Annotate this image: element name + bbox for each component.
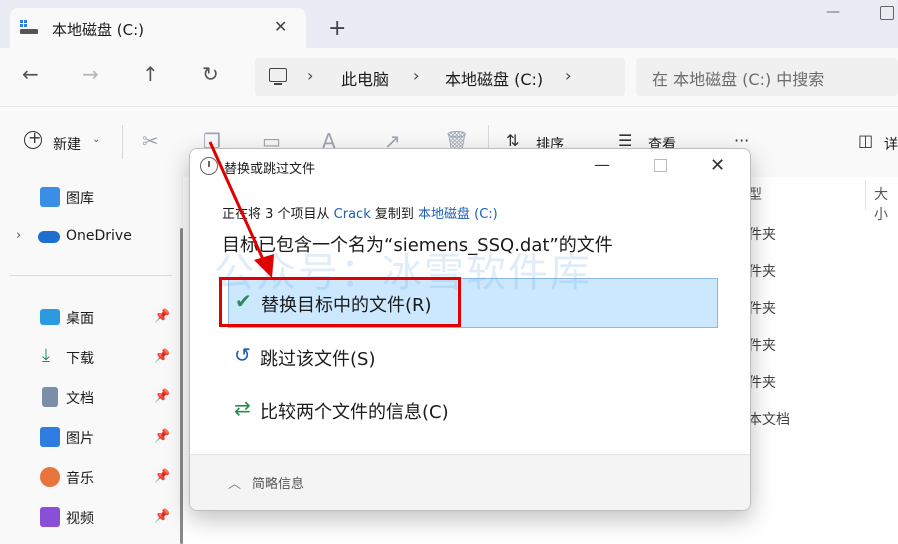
dialog-maximize-button <box>654 159 667 172</box>
navigation-pane: 图库 › OneDrive 桌面 📌 ⤓ 下载 📌 文档 📌 图片 📌 音乐 📌… <box>0 177 182 544</box>
pin-icon[interactable]: 📌 <box>154 469 170 484</box>
sidebar-item-gallery[interactable]: 图库 <box>0 179 182 215</box>
details-pane-icon[interactable]: ◫ <box>858 131 873 150</box>
sidebar-item-downloads[interactable]: ⤓ 下载 📌 <box>0 339 182 375</box>
compare-option-label: 比较两个文件的信息(C) <box>260 402 449 423</box>
skip-option-label: 跳过该文件(S) <box>260 349 376 370</box>
forward-arrow-icon[interactable]: → <box>82 62 99 86</box>
compare-option-button[interactable]: ⇄ 比较两个文件的信息(C) <box>228 388 716 432</box>
sidebar-item-videos[interactable]: 视频 📌 <box>0 499 182 535</box>
computer-icon <box>269 68 287 85</box>
destination-link[interactable]: 本地磁盘 (C:) <box>418 207 498 222</box>
gallery-icon <box>40 187 60 207</box>
sidebar-item-label: OneDrive <box>66 228 132 244</box>
sidebar-item-onedrive[interactable]: › OneDrive <box>0 219 182 255</box>
download-icon: ⤓ <box>42 345 50 366</box>
chevron-down-icon: ⌄ <box>92 134 101 145</box>
file-type-cell: 件夹 <box>748 301 776 317</box>
chevron-up-icon[interactable]: ︿ <box>228 473 241 492</box>
tab-bar: 本地磁盘 (C:) ✕ + — <box>0 0 898 48</box>
annotation-arrow-icon <box>208 141 274 278</box>
sidebar-item-label: 桌面 <box>66 311 94 327</box>
pin-icon[interactable]: 📌 <box>154 509 170 524</box>
divider <box>10 275 172 276</box>
file-type-cell: 本文档 <box>748 412 790 428</box>
sidebar-item-desktop[interactable]: 桌面 📌 <box>0 299 182 335</box>
maximize-icon[interactable] <box>880 6 894 20</box>
sidebar-item-music[interactable]: 音乐 📌 <box>0 459 182 495</box>
cut-icon[interactable]: ✂ <box>142 129 159 153</box>
skip-option-button[interactable]: ↺ 跳过该文件(S) <box>228 335 716 379</box>
pin-icon[interactable]: 📌 <box>154 309 170 324</box>
divider <box>122 125 123 159</box>
chevron-right-icon[interactable]: › <box>16 228 21 243</box>
pictures-icon <box>40 427 60 447</box>
tab-title: 本地磁盘 (C:) <box>52 21 144 39</box>
sidebar-item-documents[interactable]: 文档 📌 <box>0 379 182 415</box>
refresh-icon[interactable]: ↻ <box>202 62 219 86</box>
sidebar-item-label: 文档 <box>66 391 94 407</box>
chevron-right-icon[interactable]: › <box>307 66 313 85</box>
progress-mid: 复制到 <box>370 207 419 222</box>
file-type-cell: 件夹 <box>748 227 776 243</box>
back-arrow-icon[interactable]: ← <box>22 62 39 86</box>
video-icon <box>40 507 60 527</box>
pin-icon[interactable]: 📌 <box>154 429 170 444</box>
dialog-minimize-button[interactable]: — <box>594 155 610 174</box>
address-row: ← → ↑ ↻ › 此电脑 › 本地磁盘 (C:) › 在 本地磁盘 (C:) … <box>0 48 898 106</box>
sidebar-item-label: 图片 <box>66 431 94 447</box>
tab-close-button[interactable]: ✕ <box>274 17 287 36</box>
document-icon <box>42 387 58 407</box>
search-box[interactable]: 在 本地磁盘 (C:) 中搜索 <box>636 58 898 96</box>
desktop-icon <box>40 309 60 325</box>
dialog-footer: ︿ 简略信息 <box>190 454 750 510</box>
minimize-icon[interactable]: — <box>826 4 840 20</box>
pin-icon[interactable]: 📌 <box>154 389 170 404</box>
search-input[interactable]: 在 本地磁盘 (C:) 中搜索 <box>652 66 824 90</box>
file-type-cell: 件夹 <box>748 264 776 280</box>
plus-icon: + <box>28 128 42 147</box>
sidebar-item-label: 图库 <box>66 191 94 207</box>
details-button[interactable]: 详 <box>884 134 898 154</box>
music-icon <box>40 467 60 487</box>
compare-icon: ⇄ <box>234 396 251 420</box>
pin-icon[interactable]: 📌 <box>154 349 170 364</box>
breadcrumb-this-pc[interactable]: 此电脑 <box>341 66 389 90</box>
file-type-cell: 件夹 <box>748 375 776 391</box>
new-tab-button[interactable]: + <box>328 16 346 41</box>
column-header-size[interactable]: 大小 <box>874 184 898 224</box>
drive-icon <box>20 20 38 34</box>
sidebar-item-label: 下载 <box>66 351 94 367</box>
dialog-close-button[interactable]: ✕ <box>710 155 725 176</box>
column-divider <box>865 180 866 210</box>
source-link[interactable]: Crack <box>334 207 371 222</box>
new-button[interactable]: 新建 <box>53 134 81 154</box>
file-type-cell: 件夹 <box>748 338 776 354</box>
cloud-icon <box>38 231 60 243</box>
sidebar-item-label: 音乐 <box>66 471 94 487</box>
address-bar[interactable]: › 此电脑 › 本地磁盘 (C:) › <box>255 58 625 96</box>
breadcrumb-local-disk[interactable]: 本地磁盘 (C:) <box>445 66 543 90</box>
sidebar-item-label: 视频 <box>66 511 94 527</box>
up-arrow-icon[interactable]: ↑ <box>142 62 159 86</box>
tab-local-disk[interactable]: 本地磁盘 (C:) ✕ <box>10 8 306 48</box>
skip-arrow-icon: ↺ <box>234 343 251 367</box>
chevron-right-icon[interactable]: › <box>565 66 571 85</box>
fewer-details-toggle[interactable]: 简略信息 <box>252 473 304 492</box>
sidebar-item-pictures[interactable]: 图片 📌 <box>0 419 182 455</box>
chevron-right-icon[interactable]: › <box>413 66 419 85</box>
